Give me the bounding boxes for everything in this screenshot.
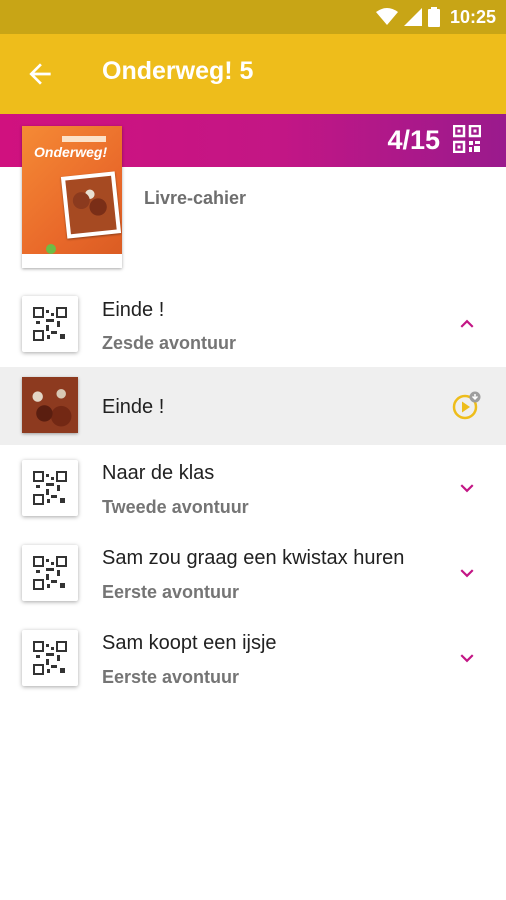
book-cover: Onderweg! bbox=[22, 126, 122, 268]
app-bar: Onderweg! 5 bbox=[0, 34, 506, 114]
qr-code-icon bbox=[33, 641, 67, 675]
list-item-naar-de-klas[interactable]: Naar de klas Tweede avontuur bbox=[0, 446, 506, 531]
list-item-subtitle: Zesde avontuur bbox=[102, 333, 237, 353]
book-cover-title: Onderweg! bbox=[34, 144, 108, 160]
signal-icon bbox=[403, 8, 422, 26]
list-item-ijsje[interactable]: Sam koopt een ijsje Eerste avontuur bbox=[0, 616, 506, 701]
qr-thumbnail bbox=[22, 296, 78, 352]
list-item-title: Naar de klas bbox=[102, 462, 215, 484]
list-item-title: Einde ! bbox=[102, 396, 165, 418]
wifi-icon bbox=[375, 8, 398, 25]
qr-code-icon[interactable] bbox=[453, 125, 481, 153]
list-item-subtitle: Tweede avontuur bbox=[102, 497, 249, 517]
qr-code-icon bbox=[33, 471, 67, 505]
chevron-down-icon[interactable] bbox=[454, 475, 480, 501]
scan-count: 4/15 bbox=[387, 125, 440, 155]
clock: 10:25 bbox=[449, 6, 496, 27]
qr-code-icon bbox=[33, 307, 67, 341]
qr-code-icon bbox=[33, 556, 67, 590]
arrow-left-icon[interactable] bbox=[24, 58, 56, 90]
list-item-einde-group[interactable]: Einde ! Zesde avontuur bbox=[0, 282, 506, 367]
qr-thumbnail bbox=[22, 545, 78, 601]
chevron-up-icon[interactable] bbox=[454, 311, 480, 337]
list-item-kwistax[interactable]: Sam zou graag een kwistax huren Eerste a… bbox=[0, 531, 506, 616]
chevron-down-icon[interactable] bbox=[454, 645, 480, 671]
play-circle-icon[interactable] bbox=[451, 390, 483, 422]
battery-icon bbox=[427, 7, 440, 27]
list-item-title: Einde ! bbox=[102, 299, 165, 321]
list-item-subtitle: Eerste avontuur bbox=[102, 582, 240, 602]
qr-thumbnail bbox=[22, 630, 78, 686]
list-item-subtitle: Eerste avontuur bbox=[102, 667, 240, 687]
chevron-down-icon[interactable] bbox=[454, 560, 480, 586]
media-thumbnail bbox=[22, 377, 78, 433]
list-item-title: Sam zou graag een kwistax huren bbox=[102, 547, 405, 569]
qr-thumbnail bbox=[22, 460, 78, 516]
book-type-label: Livre-cahier bbox=[144, 188, 247, 208]
status-bar: 10:25 bbox=[0, 0, 506, 34]
page-title: Onderweg! 5 bbox=[102, 57, 254, 85]
list-item-title: Sam koopt een ijsje bbox=[102, 632, 277, 654]
